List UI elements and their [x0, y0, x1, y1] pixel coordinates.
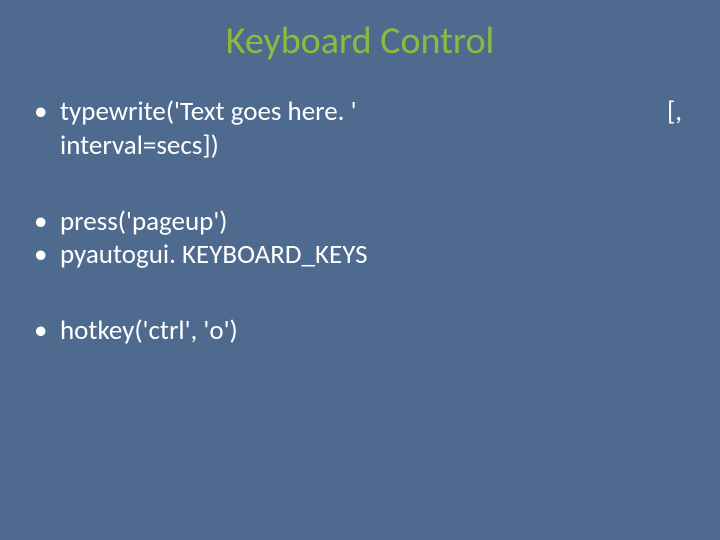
list-item: press('pageup') [30, 205, 690, 239]
bullet-text-right: [, [667, 95, 690, 129]
list-item: pyautogui. KEYBOARD_KEYS [30, 238, 690, 272]
bullet-text: press('pageup') [60, 205, 228, 238]
bullet-group-2: press('pageup') pyautogui. KEYBOARD_KEYS [30, 205, 690, 273]
list-item: typewrite('Text goes here. ' [, interval… [30, 95, 690, 163]
bullet-text: typewrite('Text goes here. ' [60, 95, 357, 129]
bullet-text: hotkey('ctrl', 'o') [60, 314, 238, 347]
bullet-group-1: typewrite('Text goes here. ' [, interval… [30, 95, 690, 163]
bullet-text-cont: interval=secs]) [60, 129, 690, 163]
bullet-text: pyautogui. KEYBOARD_KEYS [60, 238, 368, 271]
slide-title: Keyboard Control [0, 18, 720, 64]
slide: Keyboard Control typewrite('Text goes he… [0, 0, 720, 540]
bullet-list: typewrite('Text goes here. ' [, interval… [30, 95, 690, 348]
bullet-group-3: hotkey('ctrl', 'o') [30, 314, 690, 348]
slide-body: typewrite('Text goes here. ' [, interval… [30, 95, 690, 348]
list-item: hotkey('ctrl', 'o') [30, 314, 690, 348]
